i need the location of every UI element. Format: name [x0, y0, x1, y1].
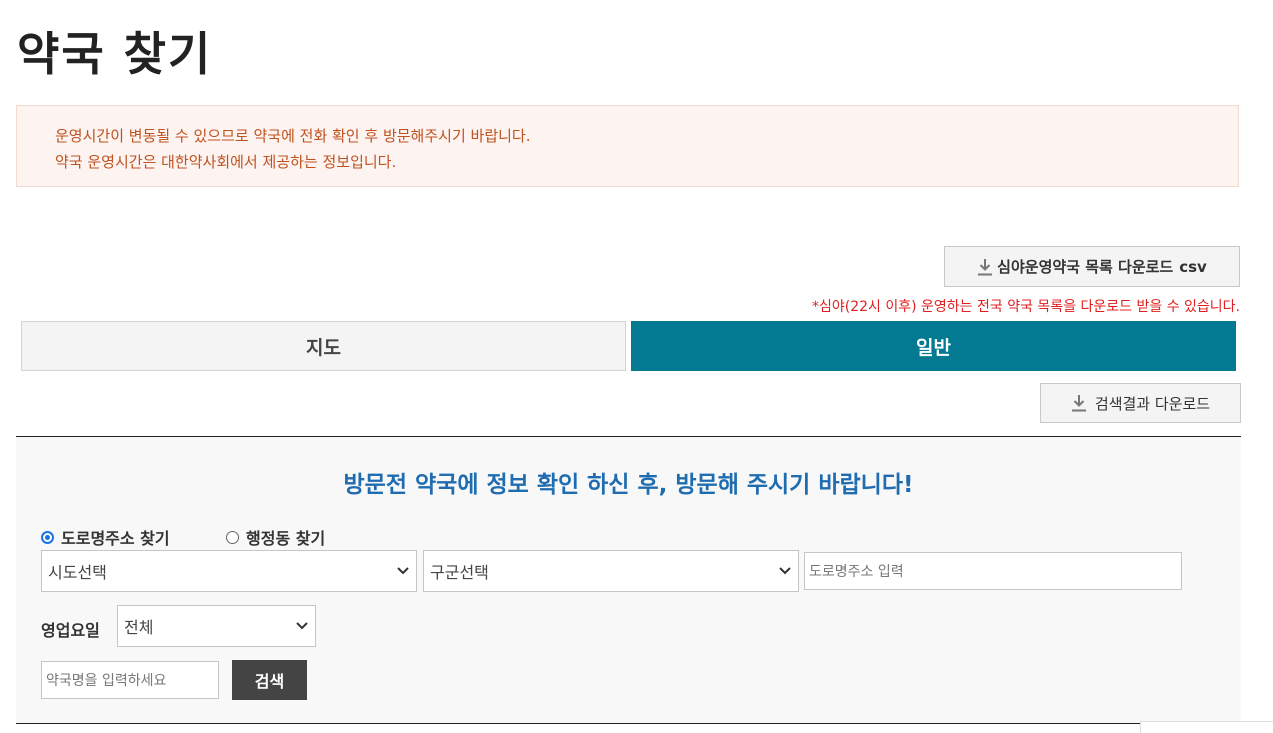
radio-checked-icon	[41, 530, 54, 544]
business-day-label: 영업요일	[41, 621, 100, 640]
business-day-value: 전체	[124, 618, 154, 637]
search-panel: 방문전 약국에 정보 확인 하신 후, 방문해 주시기 바랍니다! 도로명주소 …	[16, 436, 1241, 724]
download-icon	[977, 258, 993, 276]
sido-select-value: 시도선택	[48, 563, 107, 582]
gugun-select[interactable]: 구군선택	[423, 550, 799, 592]
results-download-label: 검색결과 다운로드	[1094, 394, 1211, 413]
page-title: 약국 찾기	[17, 27, 213, 81]
csv-label: csv	[1179, 257, 1207, 276]
results-download-button[interactable]: 검색결과 다운로드	[1040, 383, 1241, 423]
radio-road-label: 도로명주소 찾기	[61, 529, 170, 548]
radio-admin-label: 행정동 찾기	[246, 529, 326, 548]
bottom-right-divider	[1140, 721, 1273, 733]
radio-unchecked-icon	[226, 530, 239, 544]
road-address-placeholder: 도로명주소 입력	[809, 564, 904, 580]
tab-map[interactable]: 지도	[21, 321, 626, 371]
road-address-input[interactable]: 도로명주소 입력	[804, 552, 1182, 590]
search-heading: 방문전 약국에 정보 확인 하신 후, 방문해 주시기 바랍니다!	[343, 472, 914, 498]
radio-road-address[interactable]: 도로명주소 찾기	[41, 525, 170, 549]
chevron-down-icon	[397, 567, 409, 575]
pharmacy-name-placeholder: 약국명을 입력하세요	[46, 673, 167, 689]
night-download-note: *심야(22시 이후) 운영하는 전국 약국 목록을 다운로드 받을 수 있습니…	[812, 299, 1240, 315]
notice-line-2: 약국 운영시간은 대한약사회에서 제공하는 정보입니다.	[55, 153, 397, 171]
radio-admin-dong[interactable]: 행정동 찾기	[226, 525, 325, 549]
pharmacy-name-input[interactable]: 약국명을 입력하세요	[41, 661, 219, 699]
night-download-label: 심야운영약국 목록 다운로드	[997, 258, 1174, 276]
chevron-down-icon	[296, 622, 308, 630]
search-button[interactable]: 검색	[232, 660, 307, 700]
sido-select[interactable]: 시도선택	[41, 550, 417, 592]
notice-line-1: 운영시간이 변동될 수 있으므로 약국에 전화 확인 후 방문해주시기 바랍니다…	[55, 127, 531, 145]
chevron-down-icon	[779, 567, 791, 575]
notice-box: 운영시간이 변동될 수 있으므로 약국에 전화 확인 후 방문해주시기 바랍니다…	[16, 105, 1239, 187]
business-day-select[interactable]: 전체	[117, 605, 316, 647]
tab-general[interactable]: 일반	[631, 321, 1236, 371]
gugun-select-value: 구군선택	[430, 563, 489, 582]
download-icon	[1071, 394, 1087, 412]
night-pharmacy-download-button[interactable]: 심야운영약국 목록 다운로드 csv	[944, 246, 1240, 287]
